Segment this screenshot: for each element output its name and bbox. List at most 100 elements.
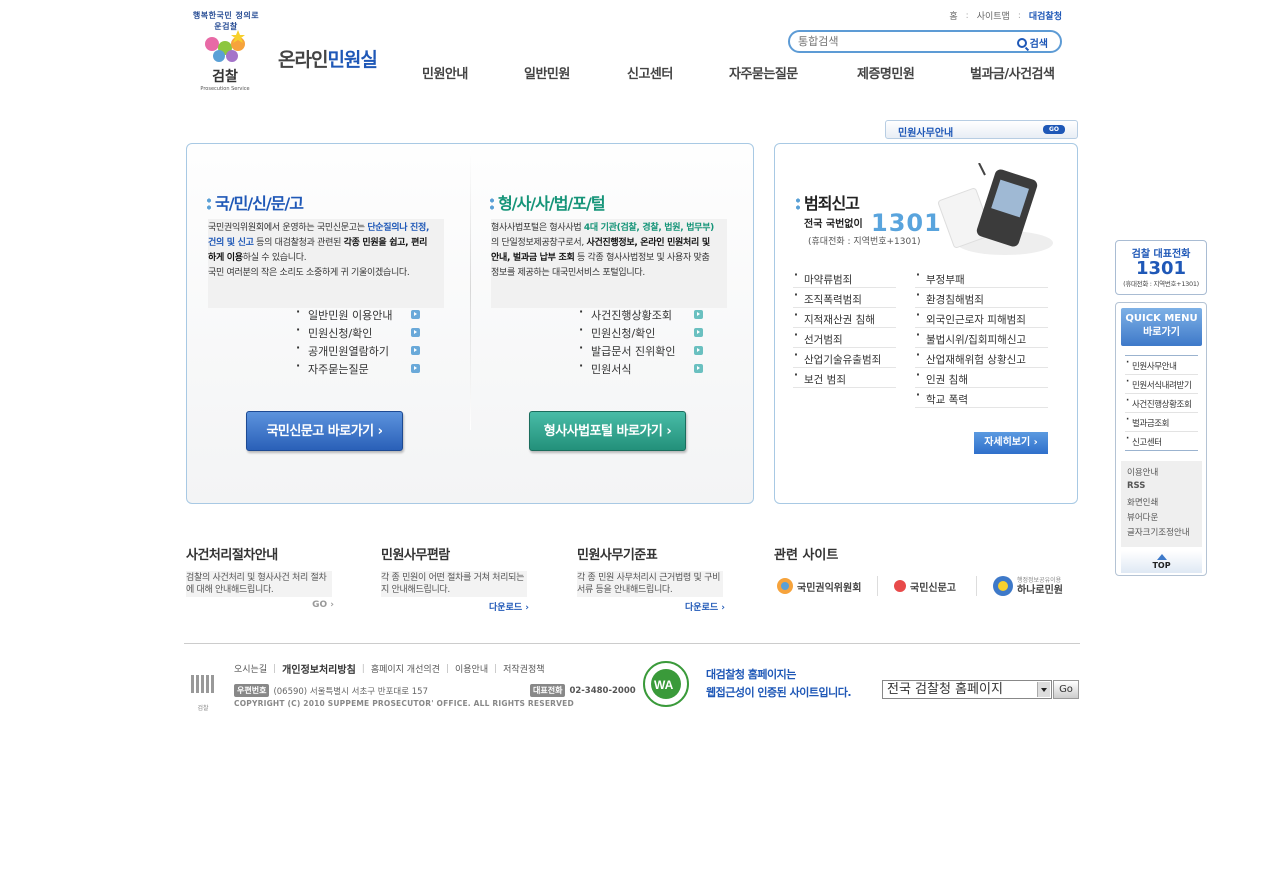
portal-link-apply[interactable]: 민원신청/확인	[579, 323, 703, 343]
tool-rss[interactable]: RSS	[1127, 481, 1202, 496]
quick-item-forms[interactable]: 민원서식내려받기	[1125, 375, 1198, 394]
arrow-icon	[694, 346, 703, 355]
sinmungo-go-button[interactable]: 국민신문고 바로가기 ›	[246, 411, 403, 451]
tool-viewer[interactable]: 뷰어다운	[1127, 511, 1202, 526]
footer-logo: 검찰	[186, 672, 220, 712]
tool-guide[interactable]: 이용안내	[1127, 466, 1202, 481]
tool-print[interactable]: 화면인쇄	[1127, 496, 1202, 511]
quick-item-office[interactable]: 민원사무안내	[1125, 356, 1198, 375]
nav-faq[interactable]: 자주묻는질문	[729, 63, 798, 82]
agency-go-button[interactable]: Go	[1053, 680, 1079, 699]
site-title[interactable]: 온라인민원실	[278, 45, 378, 72]
page: 행복한국민 정의로운검찰 검찰 Prosecution Service 온라인민…	[0, 0, 1280, 889]
home-link[interactable]: 홈	[949, 9, 957, 22]
link-label: 공개민원열람하기	[308, 345, 389, 358]
nav-report-center[interactable]: 신고센터	[627, 63, 673, 82]
agency-link[interactable]: 대검찰청	[1029, 9, 1062, 22]
desc-text: 국민권익위원회에서 운영하는 국민신문고는	[208, 223, 368, 233]
wa-line-2: 웹접근성이 인증된 사이트입니다.	[706, 686, 852, 699]
related-sinmungo-link[interactable]: 국민신문고	[893, 572, 956, 600]
nav-certificate[interactable]: 제증명민원	[857, 63, 915, 82]
portal-links: 사건진행상황조회 민원신청/확인 발급문서 진위확인 민원서식	[579, 305, 703, 379]
title-dots-icon	[207, 197, 211, 211]
nav-general-civil[interactable]: 일반민원	[524, 63, 570, 82]
separator: |	[361, 663, 365, 674]
quick-menu-list: 민원사무안내 민원서식내려받기 사건진행상황조회 벌과금조회 신고센터	[1125, 355, 1198, 451]
tel-tag: 대표전화	[530, 684, 566, 697]
search-box: 검색	[788, 30, 1062, 53]
portal-link-case[interactable]: 사건진행상황조회	[579, 305, 703, 325]
tool-font-size[interactable]: 글자크기조정안내	[1127, 526, 1202, 541]
office-info-label: 민원사무안내	[898, 128, 954, 139]
sinmungo-link-public[interactable]: 공개민원열람하기	[296, 341, 420, 361]
sinmungo-title-text: 국/민/신/문/고	[215, 194, 304, 213]
report-item[interactable]: 마약류범죄	[793, 268, 896, 288]
footer-copyright-link[interactable]: 저작권정책	[503, 662, 544, 675]
desc-highlight: 단순질의나 진정,	[367, 223, 430, 233]
sinmungo-link-faq[interactable]: 자주묻는질문	[296, 359, 420, 379]
sinmungo-logo-icon	[894, 580, 906, 592]
nav-civil-guide[interactable]: 민원안내	[422, 63, 468, 82]
agency-select[interactable]: 전국 검찰청 홈페이지	[882, 680, 1052, 699]
search-icon	[1016, 37, 1027, 48]
report-item[interactable]: 외국인근로자 피해범죄	[915, 308, 1048, 328]
footer-guide-link[interactable]: 이용안내	[455, 662, 488, 675]
separator: :	[1017, 10, 1021, 21]
footer-directions-link[interactable]: 오시는길	[234, 662, 267, 675]
report-item[interactable]: 인권 침해	[915, 368, 1048, 388]
footer-emblem-icon	[191, 675, 214, 693]
separator: :	[965, 10, 969, 21]
portal-go-button[interactable]: 형사사법포털 바로가기 ›	[529, 411, 686, 451]
sitemap-link[interactable]: 사이트맵	[977, 9, 1010, 22]
desc-text: 국민 여러분의 작은 소리도 소중하게 귀 기울이겠습니다.	[208, 268, 410, 278]
report-item[interactable]: 불법시위/집회피해신고	[915, 328, 1048, 348]
call-note: (휴대전화 : 지역번호+1301)	[1123, 280, 1199, 288]
wa-line-1: 대검찰청 홈페이지는	[706, 668, 796, 681]
report-more-button[interactable]: 자세히보기 ›	[974, 432, 1048, 454]
civil-manual-download-link[interactable]: 다운로드 ›	[381, 600, 529, 613]
footer-privacy-link[interactable]: 개인정보처리방침	[282, 661, 356, 676]
case-procedure-go-link[interactable]: GO ›	[186, 600, 334, 610]
related-acrc-link[interactable]: 국민권익위원회	[776, 572, 861, 600]
search-input[interactable]	[798, 34, 1008, 49]
report-item[interactable]: 학교 폭력	[915, 388, 1048, 408]
report-item[interactable]: 보건 범죄	[793, 368, 896, 388]
report-number: 1301	[871, 209, 942, 237]
portal-link-forms[interactable]: 민원서식	[579, 359, 703, 379]
footer-feedback-link[interactable]: 홈페이지 개선의견	[371, 662, 440, 675]
report-item[interactable]: 산업기술유출범죄	[793, 348, 896, 368]
civil-standard-desc: 각 종 민원 사무처리시 근거법령 및 구비서류 등을 안내해드립니다.	[577, 571, 723, 597]
report-item[interactable]: 조직폭력범죄	[793, 288, 896, 308]
related-hanaro-link[interactable]: 행정정보공유이용 하나로민원	[992, 572, 1063, 600]
desc-text: 등의 대검찰청과 관련된	[253, 238, 344, 248]
desc-bold: 하게 이용	[208, 253, 243, 263]
portal-link-verify[interactable]: 발급문서 진위확인	[579, 341, 703, 361]
report-item[interactable]: 환경침해범죄	[915, 288, 1048, 308]
search-button[interactable]: 검색	[1016, 35, 1048, 50]
report-title-text: 범죄신고	[804, 194, 860, 213]
report-item[interactable]: 부정부패	[915, 268, 1048, 288]
office-info-bar[interactable]: 민원사무안내 GO	[885, 120, 1078, 139]
sinmungo-link-apply[interactable]: 민원신청/확인	[296, 323, 420, 343]
desc-highlight: 4대 기관(검찰, 경찰, 법원, 법무부)	[583, 223, 714, 233]
report-item[interactable]: 지적재산권 침해	[793, 308, 896, 328]
quick-item-report[interactable]: 신고센터	[1125, 432, 1198, 451]
report-item[interactable]: 산업재해위험 상황신고	[915, 348, 1048, 368]
top-button[interactable]: TOP	[1121, 551, 1202, 573]
desc-highlight: 건의 및 신고	[208, 238, 254, 248]
report-item[interactable]: 선거범죄	[793, 328, 896, 348]
quick-item-case[interactable]: 사건진행상황조회	[1125, 394, 1198, 413]
agency-select-value: 전국 검찰청 홈페이지	[887, 682, 1003, 697]
utility-links: 홈 : 사이트맵 : 대검찰청	[949, 9, 1062, 23]
quick-item-fine[interactable]: 벌과금조회	[1125, 413, 1198, 432]
link-label: 발급문서 진위확인	[591, 345, 676, 358]
case-procedure-title: 사건처리절차안내	[186, 548, 278, 563]
arrow-icon	[411, 346, 420, 355]
prosecution-logo[interactable]: 행복한국민 정의로운검찰 검찰 Prosecution Service	[184, 8, 268, 94]
link-label: 자주묻는질문	[308, 363, 369, 376]
sinmungo-link-guide[interactable]: 일반민원 이용안내	[296, 305, 420, 325]
logo-eng: Prosecution Service	[200, 86, 250, 92]
civil-standard-download-link[interactable]: 다운로드 ›	[577, 600, 725, 613]
office-info-go-button[interactable]: GO	[1043, 125, 1065, 134]
nav-fine-search[interactable]: 벌과금/사건검색	[970, 63, 1055, 82]
